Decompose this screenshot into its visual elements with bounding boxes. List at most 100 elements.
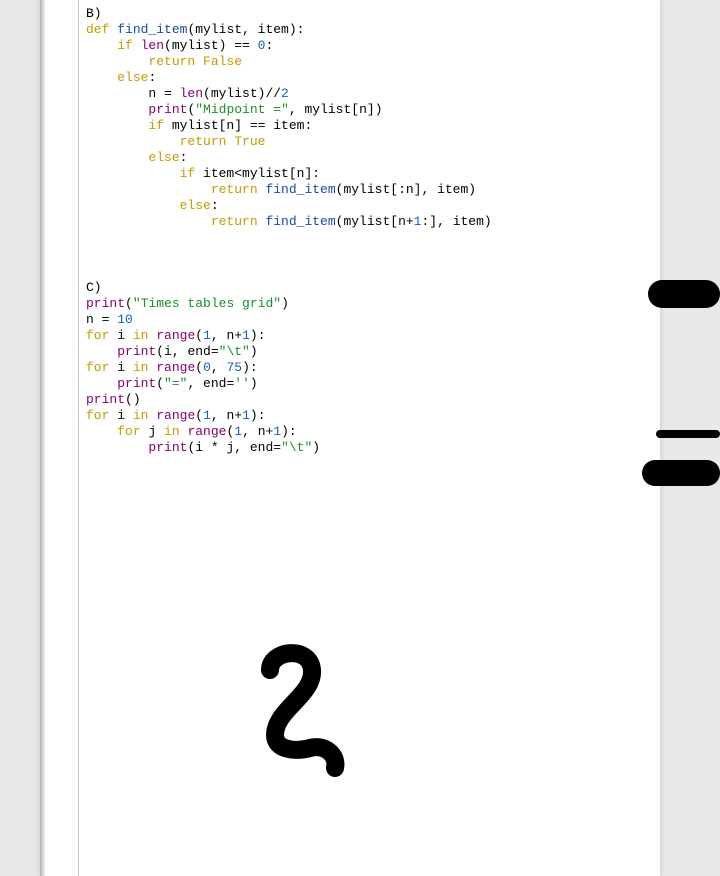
code-token: 1 <box>234 424 242 439</box>
code-token: return <box>211 214 266 229</box>
code-token: range <box>156 360 195 375</box>
code-token: (mylist)// <box>203 86 281 101</box>
code-token: for <box>86 328 117 343</box>
code-token: "Times tables grid" <box>133 296 281 311</box>
code-token: if <box>148 118 171 133</box>
code-token: () <box>125 392 141 407</box>
code-token: "\t" <box>281 440 312 455</box>
code-token: else <box>117 70 148 85</box>
code-token: mylist[n] == item: <box>172 118 312 133</box>
code-token: find_item <box>265 182 335 197</box>
code-token: find_item <box>117 22 187 37</box>
code-token: len <box>141 38 164 53</box>
code-token: "\t" <box>219 344 250 359</box>
code-token <box>86 70 117 85</box>
code-token: "Midpoint =" <box>195 102 289 117</box>
code-token: : <box>265 38 273 53</box>
code-token: (mylist, item): <box>187 22 304 37</box>
code-token: for <box>86 360 117 375</box>
code-token: in <box>164 424 187 439</box>
code-token: ) <box>250 344 258 359</box>
code-token: 1 <box>242 328 250 343</box>
code-token: , n+ <box>211 408 242 423</box>
code-token: (mylist[n+ <box>336 214 414 229</box>
code-token: , n+ <box>242 424 273 439</box>
code-token: return <box>180 134 235 149</box>
code-token: '' <box>234 376 250 391</box>
code-token <box>86 118 148 133</box>
code-token: n = <box>86 312 117 327</box>
code-token: return <box>211 182 266 197</box>
code-token: return <box>148 54 203 69</box>
code-token: ( <box>125 296 133 311</box>
code-token: i <box>117 360 133 375</box>
code-token: (mylist[:n], item) <box>336 182 476 197</box>
code-token: 0 <box>203 360 211 375</box>
spiral-binding-shadow <box>40 0 46 876</box>
code-token: : <box>211 198 219 213</box>
code-token <box>86 102 148 117</box>
code-token: range <box>156 328 195 343</box>
code-token: else <box>148 150 179 165</box>
code-token: , end= <box>187 376 234 391</box>
code-token: 1 <box>242 408 250 423</box>
page-margin-line <box>78 0 79 876</box>
code-token: i <box>117 328 133 343</box>
code-token <box>86 376 117 391</box>
code-token: 10 <box>117 312 133 327</box>
code-token: , mylist[n]) <box>289 102 383 117</box>
code-token: 1 <box>273 424 281 439</box>
code-token: in <box>133 328 156 343</box>
code-token: "=" <box>164 376 187 391</box>
code-token: 1 <box>203 328 211 343</box>
code-token: , n+ <box>211 328 242 343</box>
code-token: ): <box>242 360 258 375</box>
code-token: else <box>180 198 211 213</box>
code-token: , <box>211 360 227 375</box>
code-token: 75 <box>226 360 242 375</box>
code-token: (mylist) == <box>164 38 258 53</box>
code-token <box>86 424 117 439</box>
code-token: C) <box>86 280 102 295</box>
code-token: ( <box>156 376 164 391</box>
code-token: ( <box>195 328 203 343</box>
code-token: print <box>148 440 187 455</box>
code-token: i <box>117 408 133 423</box>
code-token: ( <box>195 408 203 423</box>
code-token: range <box>156 408 195 423</box>
code-block-c: C) print("Times tables grid") n = 10 for… <box>86 280 320 456</box>
code-token: print <box>117 376 156 391</box>
code-token: in <box>133 360 156 375</box>
code-token: ( <box>195 360 203 375</box>
code-block-b: B) def find_item(mylist, item): if len(m… <box>86 6 492 230</box>
code-token: 2 <box>281 86 289 101</box>
ink-mark-icon <box>648 280 720 308</box>
code-token: True <box>234 134 265 149</box>
code-token <box>86 54 148 69</box>
code-token: (i, end= <box>156 344 218 359</box>
code-token: print <box>117 344 156 359</box>
code-token: print <box>148 102 187 117</box>
code-token: ) <box>312 440 320 455</box>
code-token <box>86 344 117 359</box>
code-token: if <box>117 38 140 53</box>
code-token: in <box>133 408 156 423</box>
code-token: if <box>180 166 203 181</box>
code-token: B) <box>86 6 102 21</box>
code-token: ) <box>250 376 258 391</box>
code-token <box>86 134 180 149</box>
code-token <box>86 198 180 213</box>
code-token <box>86 38 117 53</box>
ink-mark-icon <box>642 460 720 486</box>
code-token: ) <box>281 296 289 311</box>
code-token <box>86 150 148 165</box>
code-token: :], item) <box>421 214 491 229</box>
code-token: : <box>148 70 156 85</box>
code-token: ): <box>250 328 266 343</box>
code-token: ): <box>281 424 297 439</box>
code-token: n = <box>86 86 180 101</box>
code-token: print <box>86 392 125 407</box>
code-token: len <box>180 86 203 101</box>
code-token: j <box>148 424 164 439</box>
code-token: print <box>86 296 125 311</box>
